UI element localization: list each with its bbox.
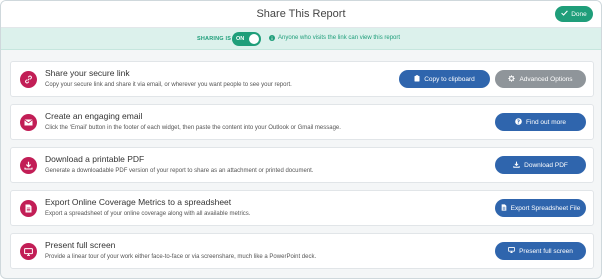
download-icon — [513, 161, 520, 170]
download-pdf-label: Download PDF — [524, 161, 568, 169]
done-label: Done — [571, 10, 587, 18]
row-title: Share your secure link — [45, 68, 130, 78]
download-icon — [20, 157, 37, 174]
row-description: Export a spreadsheet of your online cove… — [45, 211, 251, 217]
row-title: Present full screen — [45, 240, 116, 250]
row-title: Download a printable PDF — [45, 154, 145, 164]
toggle-state: ON — [236, 36, 245, 42]
copy-to-clipboard-button[interactable]: Copy to clipboard — [399, 70, 490, 88]
row-description: Copy your secure link and share it via e… — [45, 82, 292, 88]
spreadsheet-icon — [20, 200, 37, 217]
row-description: Click the ‘Email’ button in the footer o… — [45, 125, 341, 131]
spreadsheet-row: Export Online Coverage Metrics to a spre… — [10, 190, 594, 226]
link-icon — [20, 71, 37, 88]
row-title: Export Online Coverage Metrics to a spre… — [45, 197, 232, 207]
done-button[interactable]: Done — [555, 6, 593, 22]
row-title: Create an engaging email — [45, 111, 143, 121]
share-dialog: Share This Report Done SHARING IS ON i A… — [0, 0, 602, 279]
present-full-screen-button[interactable]: Present full screen — [495, 242, 586, 260]
sharing-note: i Anyone who visits the link can view th… — [269, 35, 400, 41]
email-icon — [20, 114, 37, 131]
clipboard-icon — [414, 74, 420, 84]
sharing-bar: SHARING IS ON i Anyone who visits the li… — [1, 28, 601, 50]
advanced-options-label: Advanced Options — [519, 75, 573, 83]
email-row: Create an engaging email Click the ‘Emai… — [10, 104, 594, 140]
find-out-more-button[interactable]: ? Find out more — [495, 113, 586, 131]
pdf-row: Download a printable PDF Generate a down… — [10, 147, 594, 183]
file-icon — [501, 203, 507, 213]
toggle-knob — [249, 34, 259, 44]
row-description: Provide a linear tour of your work eithe… — [45, 254, 317, 260]
find-out-more-label: Find out more — [525, 118, 567, 126]
copy-to-clipboard-label: Copy to clipboard — [424, 75, 475, 83]
monitor-icon — [508, 247, 515, 255]
dialog-title: Share This Report — [256, 8, 346, 20]
question-icon: ? — [515, 117, 522, 127]
present-row: Present full screen Provide a linear tou… — [10, 233, 594, 269]
row-description: Generate a downloadable PDF version of y… — [45, 168, 314, 174]
info-icon: i — [269, 35, 275, 41]
download-pdf-button[interactable]: Download PDF — [495, 156, 586, 174]
export-spreadsheet-button[interactable]: Export Spreadsheet File — [495, 199, 586, 217]
export-spreadsheet-label: Export Spreadsheet File — [510, 204, 581, 212]
sharing-note-text: Anyone who visits the link can view this… — [278, 35, 401, 41]
present-full-screen-label: Present full screen — [519, 247, 573, 255]
sharing-label: SHARING IS — [197, 36, 232, 42]
share-link-row: Share your secure link Copy your secure … — [10, 61, 594, 97]
monitor-icon — [20, 243, 37, 260]
sharing-toggle[interactable]: ON — [232, 32, 261, 46]
svg-text:?: ? — [517, 119, 520, 125]
gear-icon — [508, 74, 516, 84]
dialog-header: Share This Report Done — [1, 1, 601, 28]
advanced-options-button[interactable]: Advanced Options — [495, 70, 586, 88]
check-icon — [561, 10, 569, 18]
